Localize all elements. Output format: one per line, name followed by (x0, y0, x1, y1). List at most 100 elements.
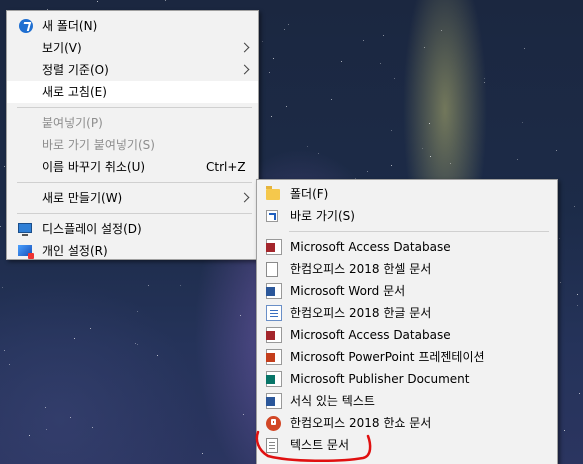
star (318, 153, 319, 154)
display-icon (18, 223, 32, 236)
submenu-item-hanshow[interactable]: 한컴오피스 2018 한쇼 문서 (257, 412, 557, 434)
submenu-item-access-database-2[interactable]: Microsoft Access Database (257, 324, 557, 346)
star (556, 150, 557, 151)
menu-separator (17, 213, 252, 214)
star (262, 41, 263, 42)
star (284, 29, 285, 30)
refresh-label: 새로 고침(E) (42, 85, 107, 99)
star (430, 156, 431, 157)
submenu-item-label: Microsoft Access Database (290, 240, 451, 254)
star (135, 343, 136, 344)
star (46, 429, 47, 430)
star (157, 355, 158, 356)
sort-by-item[interactable]: 정렬 기준(O) (7, 59, 258, 81)
star (269, 72, 270, 73)
hanshow-icon (266, 416, 281, 431)
submenu-item-rich-text[interactable]: 서식 있는 텍스트 (257, 390, 557, 412)
star (4, 350, 5, 351)
publisher-icon (266, 371, 282, 387)
paste-shortcut-item[interactable]: 바로 가기 붙여넣기(S) (7, 134, 258, 156)
star (240, 315, 241, 316)
new-item[interactable]: 새로 만들기(W) (7, 187, 258, 209)
star (383, 35, 384, 36)
star (288, 24, 289, 25)
star (148, 285, 149, 286)
view-item[interactable]: 보기(V) (7, 37, 258, 59)
desktop-context-menu: 새 폴더(N) 보기(V) 정렬 기준(O) 새로 고침(E) 붙여넣기(P) … (6, 10, 259, 260)
star (441, 30, 442, 31)
shortcut-icon (266, 210, 278, 222)
submenu-item-hancell[interactable]: 한컴오피스 2018 한셀 문서 (257, 258, 557, 280)
star (180, 285, 181, 286)
submenu-item-text-document[interactable]: 텍스트 문서 (257, 434, 557, 456)
submenu-item-label: 바로 가기(S) (290, 209, 355, 223)
menu-separator (17, 182, 252, 183)
submenu-item-label: 서식 있는 텍스트 (290, 394, 375, 408)
star (286, 106, 287, 107)
star (341, 61, 342, 62)
submenu-item-label: 텍스트 문서 (290, 438, 350, 452)
new-folder-item[interactable]: 새 폴더(N) (7, 15, 258, 37)
star (137, 311, 138, 312)
menu-separator (17, 107, 252, 108)
submenu-item-label: 한컴오피스 2018 한쇼 문서 (290, 416, 432, 430)
star (29, 435, 30, 436)
submenu-item-powerpoint[interactable]: Microsoft PowerPoint 프레젠테이션 (257, 346, 557, 368)
star (559, 238, 560, 239)
star (243, 414, 244, 415)
word-icon (266, 283, 282, 299)
star (97, 1, 98, 2)
submenu-item-hwp[interactable]: 한컴오피스 2018 한글 문서 (257, 302, 557, 324)
undo-rename-shortcut: Ctrl+Z (206, 160, 246, 174)
submenu-item-shortcut[interactable]: 바로 가기(S) (257, 205, 557, 227)
star (564, 430, 565, 431)
star (307, 146, 308, 147)
star (429, 123, 430, 124)
submenu-item-access-database[interactable]: Microsoft Access Database (257, 236, 557, 258)
submenu-item-folder[interactable]: 폴더(F) (257, 183, 557, 205)
submenu-item-label: Microsoft Publisher Document (290, 372, 470, 386)
rich-text-icon (266, 393, 282, 409)
star (70, 417, 71, 418)
star (579, 393, 580, 394)
star (273, 58, 274, 59)
star (165, 0, 166, 1)
submenu-item-label: 한컴오피스 2018 한셀 문서 (290, 262, 432, 276)
star (331, 99, 332, 100)
chevron-right-icon (239, 192, 250, 203)
refresh-item[interactable]: 새로 고침(E) (7, 81, 258, 103)
paste-label: 붙여넣기(P) (42, 116, 103, 130)
sort-by-label: 정렬 기준(O) (42, 63, 109, 77)
hwp-icon (266, 305, 282, 321)
star (380, 63, 381, 64)
star (517, 159, 518, 160)
personalize-icon (18, 245, 34, 259)
submenu-item-word[interactable]: Microsoft Word 문서 (257, 280, 557, 302)
star (363, 40, 364, 41)
star (394, 78, 395, 79)
paste-shortcut-label: 바로 가기 붙여넣기(S) (42, 138, 155, 152)
submenu-item-label: Microsoft PowerPoint 프레젠테이션 (290, 350, 485, 364)
star (367, 171, 368, 172)
submenu-item-publisher[interactable]: Microsoft Publisher Document (257, 368, 557, 390)
submenu-item-label: 한컴오피스 2018 한글 문서 (290, 306, 432, 320)
star (90, 328, 91, 329)
new-folder-label: 새 폴더(N) (42, 19, 98, 33)
star (0, 226, 1, 227)
star (577, 305, 578, 306)
display-settings-label: 디스플레이 설정(D) (42, 222, 142, 236)
display-settings-item[interactable]: 디스플레이 설정(D) (7, 218, 258, 240)
star (74, 338, 75, 339)
star (391, 165, 392, 166)
star (484, 78, 485, 79)
undo-rename-item[interactable]: 이름 바꾸기 취소(U) Ctrl+Z (7, 156, 258, 178)
paste-item[interactable]: 붙여넣기(P) (7, 112, 258, 134)
star (9, 364, 10, 365)
submenu-item-label: Microsoft Word 문서 (290, 284, 406, 298)
chevron-right-icon (239, 42, 250, 53)
chevron-right-icon (239, 64, 250, 75)
personalize-item[interactable]: 개인 설정(R) (7, 240, 258, 262)
submenu-item-label: Microsoft Access Database (290, 328, 451, 342)
star (524, 48, 525, 49)
star (560, 282, 561, 283)
